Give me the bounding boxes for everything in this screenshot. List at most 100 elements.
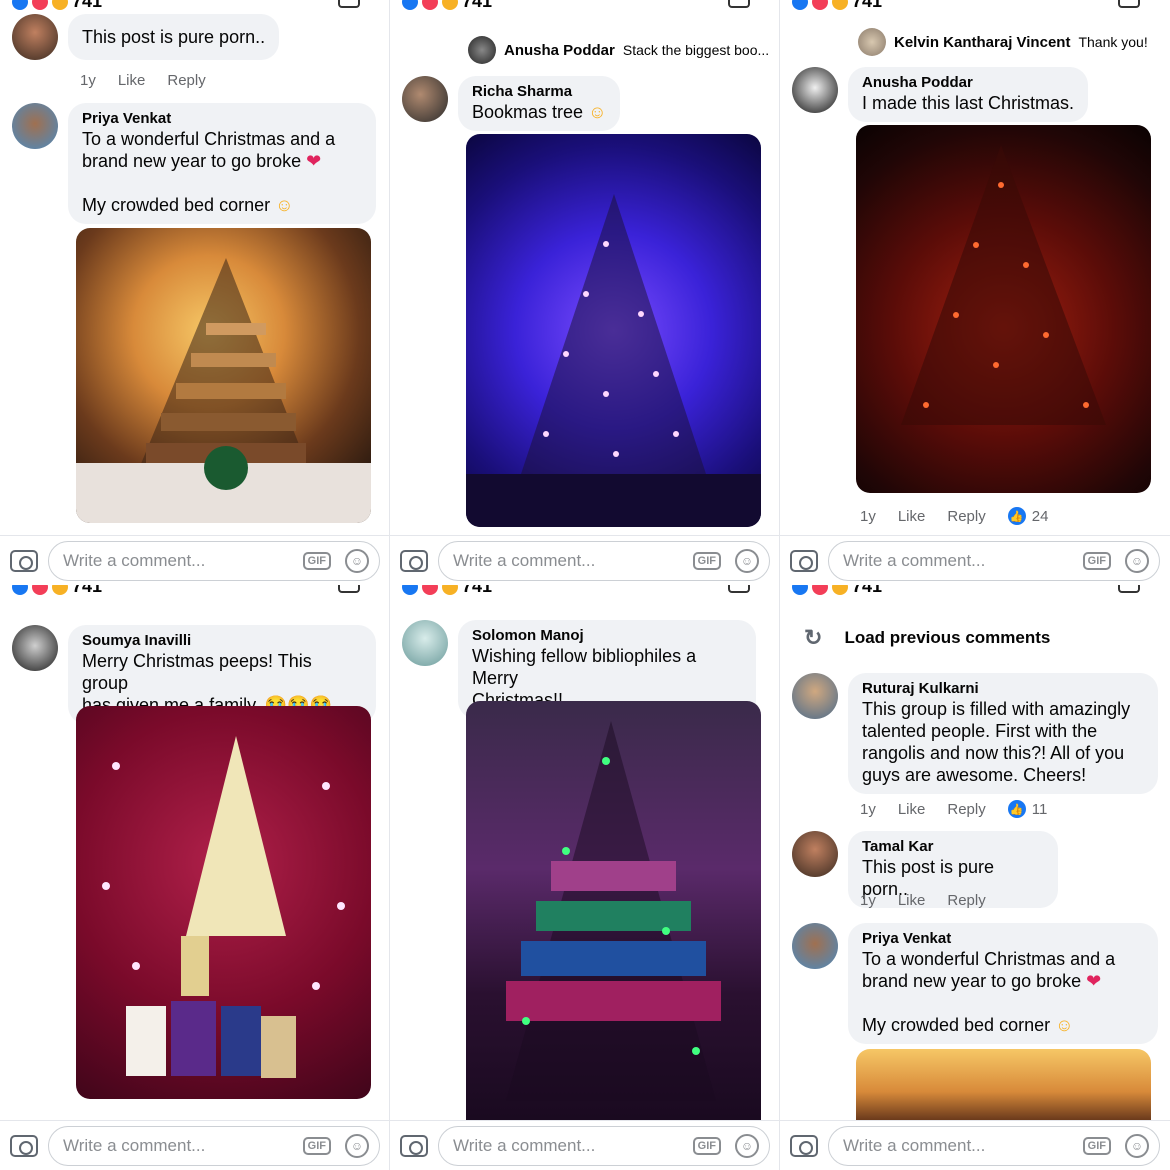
- comment-photo[interactable]: [466, 134, 761, 527]
- comment-text-line: talented people. First with the: [862, 721, 1098, 741]
- reaction-summary[interactable]: 741: [12, 0, 102, 12]
- emoji-icon[interactable]: ☺: [735, 1133, 759, 1158]
- comment-author[interactable]: Ruturaj Kulkarni: [862, 679, 1144, 698]
- gif-icon[interactable]: GIF: [692, 1136, 721, 1155]
- emoji-icon[interactable]: ☺: [345, 548, 369, 573]
- gif-icon[interactable]: GIF: [302, 551, 331, 570]
- like-link[interactable]: Like: [118, 72, 146, 89]
- emoji-icon[interactable]: ☺: [1125, 548, 1149, 573]
- like-link[interactable]: Like: [898, 508, 926, 525]
- share-icon[interactable]: [1118, 585, 1140, 593]
- timestamp: 1y: [860, 507, 876, 525]
- avatar[interactable]: [12, 103, 58, 149]
- gif-icon[interactable]: GIF: [1082, 1136, 1111, 1155]
- thumbs-up-icon: 👍: [1007, 800, 1026, 818]
- share-icon[interactable]: [728, 585, 750, 593]
- reaction-summary[interactable]: 741: [792, 585, 882, 597]
- heart-emoji-icon: ❤: [1086, 971, 1102, 991]
- comment-placeholder: Write a comment...: [63, 1135, 206, 1155]
- camera-icon[interactable]: [400, 1134, 428, 1157]
- like-reaction-icon: [12, 585, 28, 595]
- avatar[interactable]: [792, 831, 838, 877]
- comment-input[interactable]: Write a comment... GIF ☺: [438, 540, 770, 581]
- comment-author[interactable]: Priya Venkat: [82, 109, 362, 128]
- like-reaction-icon: [12, 0, 28, 10]
- love-reaction-icon: [812, 0, 828, 10]
- load-previous-comments[interactable]: ↻ Load previous comments: [804, 625, 1050, 651]
- emoji-icon[interactable]: ☺: [1125, 1133, 1149, 1158]
- reaction-summary[interactable]: 741: [792, 0, 882, 12]
- reload-icon: ↻: [804, 625, 823, 650]
- comment-photo[interactable]: [466, 701, 761, 1120]
- comment-tamal: This post is pure porn..: [12, 14, 280, 60]
- comment-bar: Write a comment... GIF ☺: [0, 535, 390, 585]
- camera-icon[interactable]: [400, 549, 428, 572]
- camera-icon[interactable]: [790, 1134, 818, 1157]
- comment-anusha: Anusha Poddar I made this last Christmas…: [792, 67, 1089, 122]
- camera-icon[interactable]: [10, 549, 38, 572]
- comment-photo[interactable]: [76, 228, 371, 523]
- share-icon[interactable]: [728, 0, 750, 8]
- comment-photo[interactable]: [856, 1049, 1151, 1120]
- heart-emoji-icon: ❤: [306, 151, 322, 171]
- avatar[interactable]: [12, 625, 58, 671]
- share-icon[interactable]: [338, 0, 360, 8]
- comment-text-line: brand new year to go broke: [862, 971, 1082, 991]
- camera-icon[interactable]: [10, 1134, 38, 1157]
- comment-author[interactable]: Soumya Inavilli: [82, 631, 362, 650]
- comment-author[interactable]: Richa Sharma: [472, 82, 606, 101]
- comment-input[interactable]: Write a comment... GIF ☺: [828, 540, 1160, 581]
- comments-panel-5: 741 Solomon Manoj Wishing fellow bibliop…: [390, 585, 780, 1170]
- avatar[interactable]: [792, 923, 838, 969]
- comment-actions: 1y Like Reply 👍 24: [860, 507, 1048, 525]
- avatar[interactable]: [402, 76, 448, 122]
- comment-author[interactable]: Anusha Poddar: [862, 73, 1074, 92]
- timestamp: 1y: [80, 72, 96, 89]
- gif-icon[interactable]: GIF: [1082, 551, 1111, 570]
- emoji-icon[interactable]: ☺: [345, 1133, 369, 1158]
- comment-actions: 1y Like Reply: [860, 892, 986, 909]
- comment-photo[interactable]: [76, 706, 371, 1099]
- comment-photo[interactable]: [856, 125, 1151, 493]
- comment-placeholder: Write a comment...: [843, 550, 986, 570]
- avatar[interactable]: [792, 67, 838, 113]
- emoji-icon[interactable]: ☺: [735, 548, 759, 573]
- reply-link[interactable]: Reply: [167, 72, 205, 89]
- comment-text-line: To a wonderful Christmas and a: [862, 949, 1116, 969]
- comment-author[interactable]: Priya Venkat: [862, 929, 1144, 948]
- reply-preview[interactable]: Kelvin Kantharaj Vincent Thank you!: [858, 28, 1148, 56]
- like-link[interactable]: Like: [898, 892, 926, 909]
- comment-author[interactable]: Solomon Manoj: [472, 626, 742, 645]
- panel-divider: [389, 0, 390, 1170]
- gif-icon[interactable]: GIF: [692, 551, 721, 570]
- comment-priya: Priya Venkat To a wonderful Christmas an…: [792, 923, 1158, 1044]
- load-previous-label: Load previous comments: [844, 628, 1051, 647]
- reaction-summary[interactable]: 741: [402, 0, 492, 12]
- comment-bubble: Anusha Poddar I made this last Christmas…: [848, 67, 1089, 122]
- love-reaction-icon: [32, 585, 48, 595]
- reply-link[interactable]: Reply: [947, 801, 985, 818]
- reaction-summary[interactable]: 741: [12, 585, 102, 597]
- comment-author[interactable]: Tamal Kar: [862, 837, 1044, 856]
- avatar[interactable]: [402, 620, 448, 666]
- comment-input[interactable]: Write a comment... GIF ☺: [48, 1125, 380, 1166]
- reply-link[interactable]: Reply: [947, 508, 985, 525]
- reaction-count: 741: [852, 0, 883, 11]
- wow-reaction-icon: [832, 585, 848, 595]
- comment-input[interactable]: Write a comment... GIF ☺: [438, 1125, 770, 1166]
- like-count[interactable]: 👍 11: [1007, 800, 1047, 818]
- reply-preview[interactable]: Anusha Poddar Stack the biggest boo...: [468, 36, 769, 64]
- thumbs-up-icon: 👍: [1007, 507, 1026, 525]
- like-link[interactable]: Like: [898, 801, 926, 818]
- avatar[interactable]: [792, 673, 838, 719]
- avatar[interactable]: [12, 14, 58, 60]
- like-count[interactable]: 👍 24: [1007, 507, 1048, 525]
- comment-input[interactable]: Write a comment... GIF ☺: [828, 1125, 1160, 1166]
- gif-icon[interactable]: GIF: [302, 1136, 331, 1155]
- reply-link[interactable]: Reply: [947, 892, 985, 909]
- share-icon[interactable]: [1118, 0, 1140, 8]
- reaction-summary[interactable]: 741: [402, 585, 492, 597]
- camera-icon[interactable]: [790, 549, 818, 572]
- comment-input[interactable]: Write a comment... GIF ☺: [48, 540, 380, 581]
- share-icon[interactable]: [338, 585, 360, 593]
